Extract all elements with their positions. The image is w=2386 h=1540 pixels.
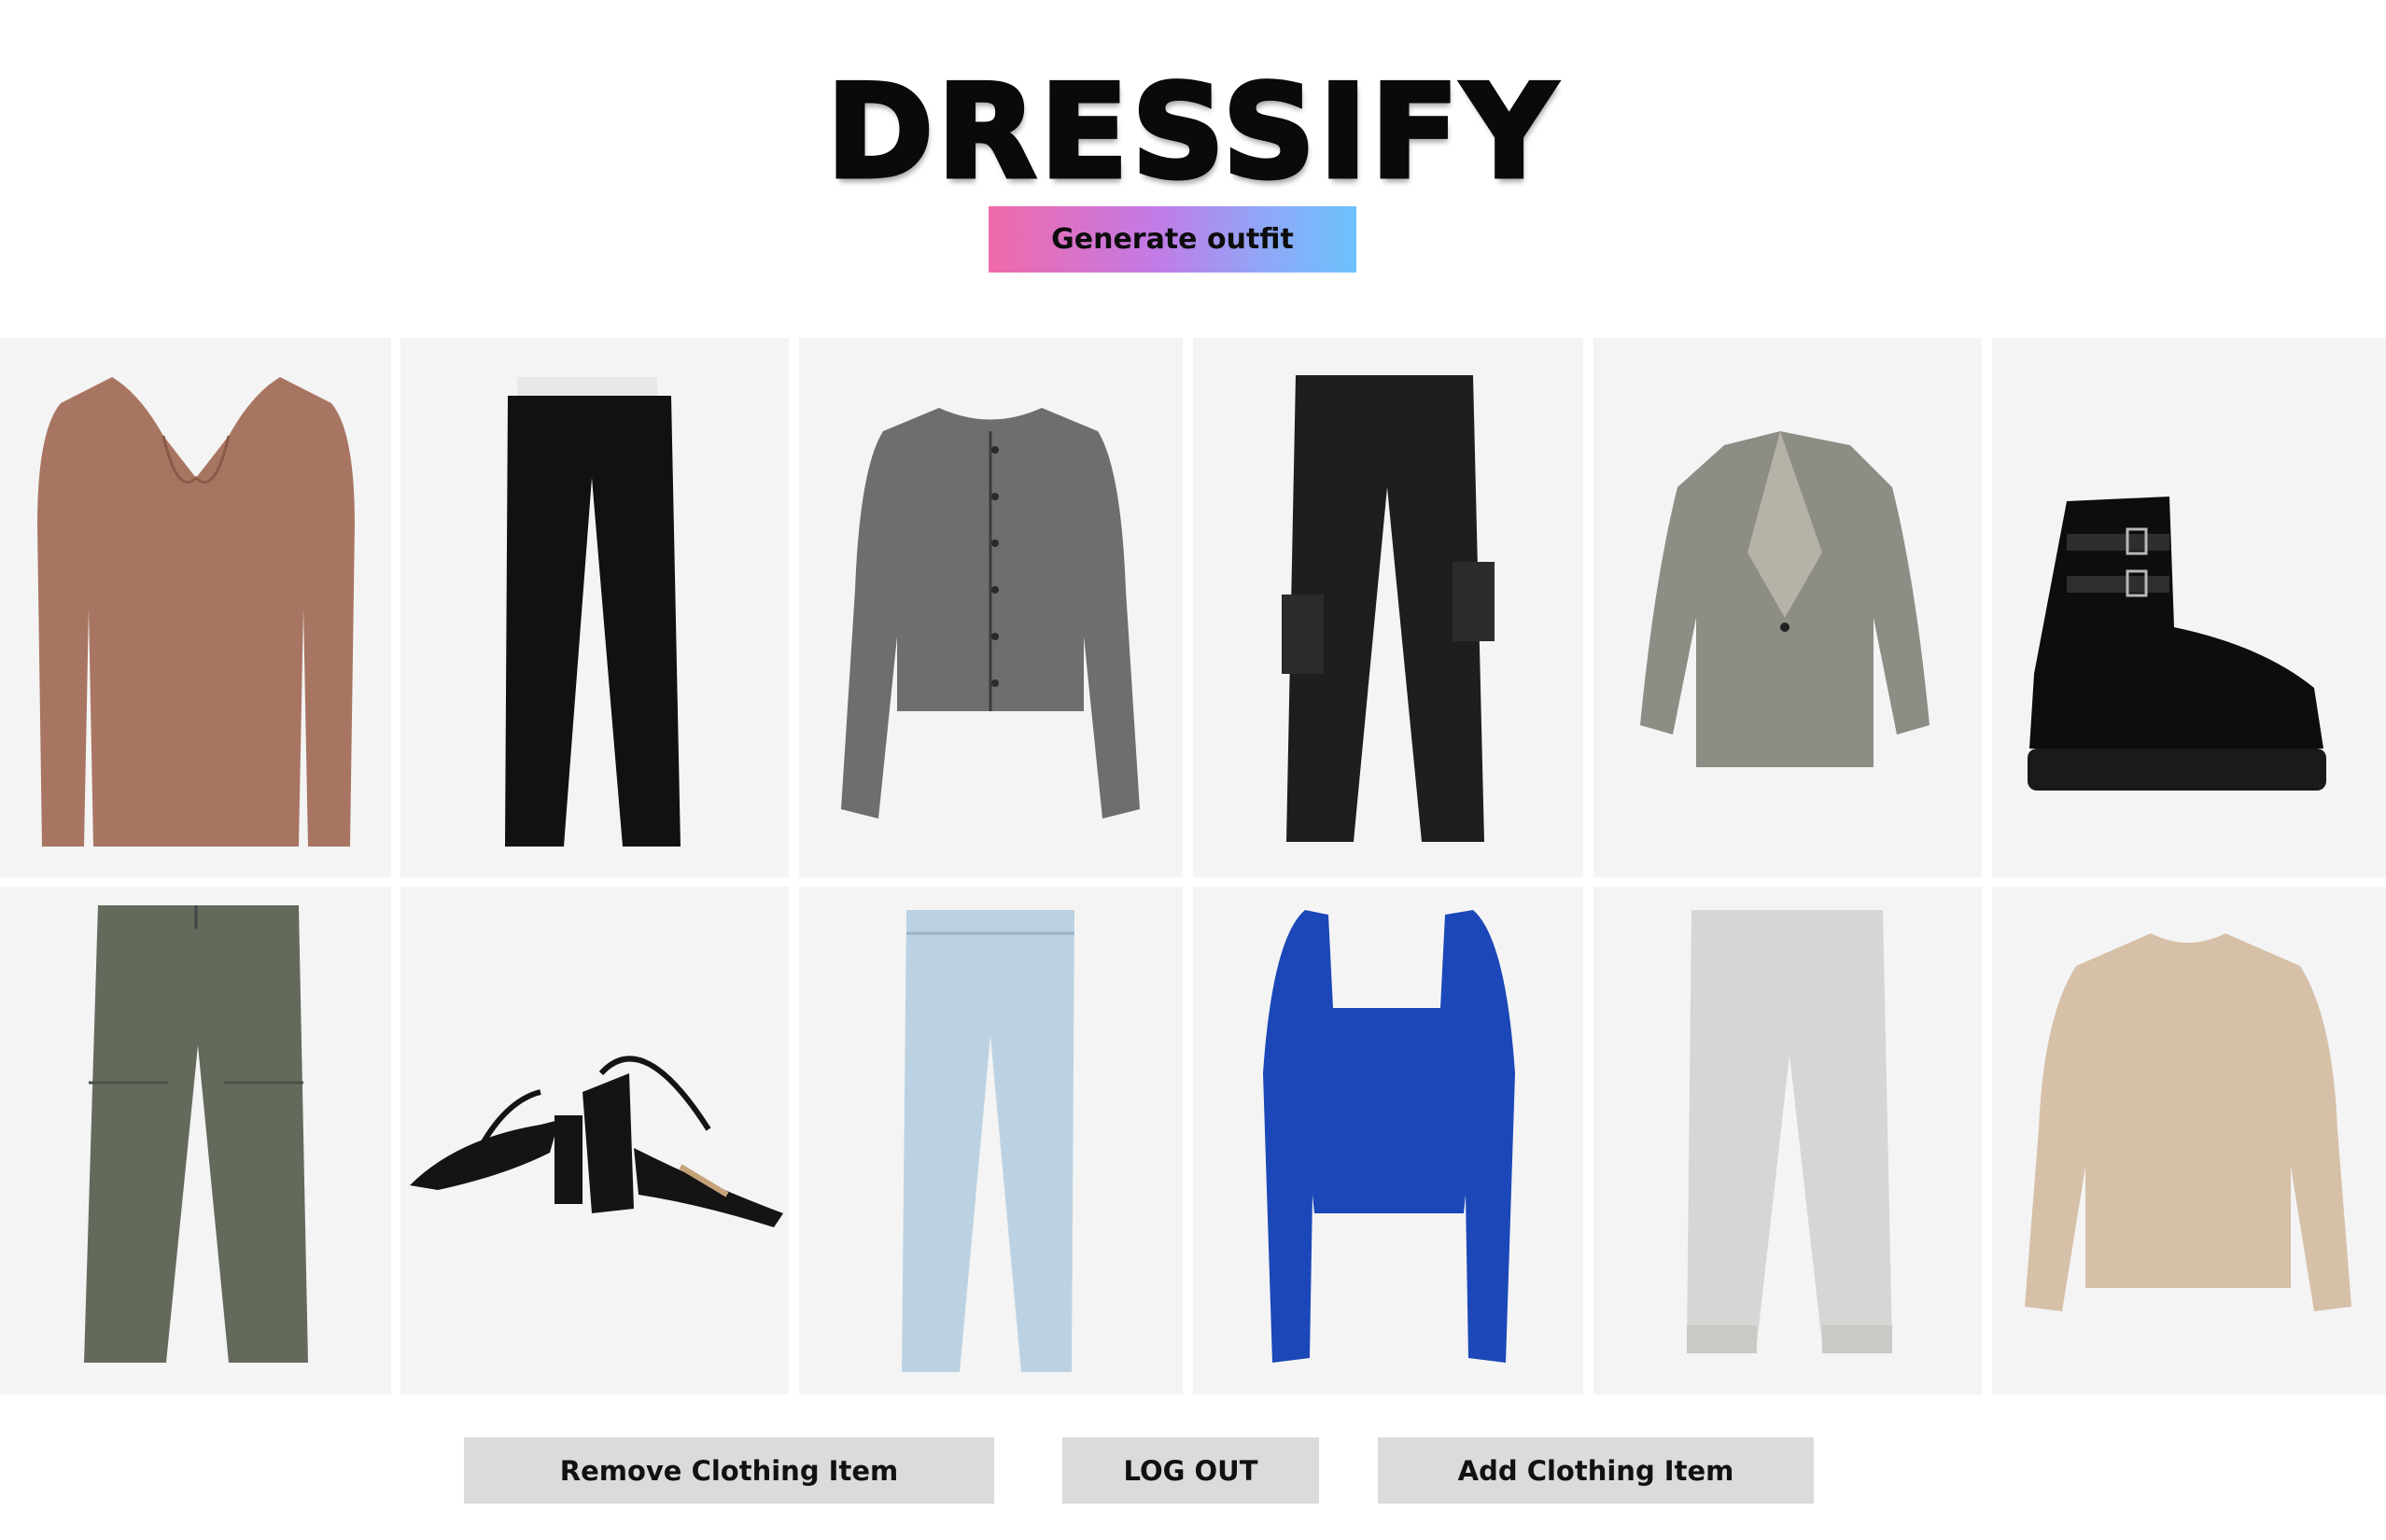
black-trousers-icon: [505, 377, 681, 847]
light-wash-jeans-icon: [902, 910, 1074, 1372]
clothing-item-card[interactable]: [799, 887, 1183, 1394]
beige-fluffy-sweater-icon: [2025, 933, 2351, 1311]
app-title: DRESSIFY: [824, 55, 1560, 209]
clothing-grid: [0, 338, 2386, 1394]
clothing-item-card[interactable]: [1593, 338, 1982, 877]
plaid-blazer-icon: [1640, 431, 1930, 767]
black-buckle-boots-icon: [2028, 497, 2326, 791]
clothing-item-card[interactable]: [400, 887, 789, 1394]
remove-clothing-item-button[interactable]: Remove Clothing Item: [464, 1437, 994, 1504]
clothing-item-card[interactable]: [799, 338, 1183, 877]
generate-outfit-button[interactable]: Generate outfit: [989, 206, 1356, 273]
clothing-item-card[interactable]: [1593, 887, 1982, 1394]
light-grey-joggers-icon: [1687, 910, 1892, 1353]
logout-button[interactable]: LOG OUT: [1062, 1437, 1319, 1504]
blue-square-neck-top-icon: [1263, 910, 1515, 1363]
clothing-item-card[interactable]: [0, 338, 391, 877]
black-cargo-pants-icon: [1282, 375, 1495, 842]
add-clothing-item-button[interactable]: Add Clothing Item: [1378, 1437, 1814, 1504]
olive-parachute-pants-icon: [84, 905, 308, 1363]
clothing-item-card[interactable]: [400, 338, 789, 877]
clothing-item-card[interactable]: [1193, 338, 1583, 877]
clothing-item-card[interactable]: [1992, 887, 2386, 1394]
black-strappy-heels-icon: [410, 1056, 783, 1227]
clothing-item-card[interactable]: [1193, 887, 1583, 1394]
clothing-item-card[interactable]: [0, 887, 391, 1394]
ribbed-sweetheart-top-icon: [37, 377, 355, 847]
clothing-item-card[interactable]: [1992, 338, 2386, 877]
grey-cable-cardigan-icon: [841, 408, 1140, 819]
